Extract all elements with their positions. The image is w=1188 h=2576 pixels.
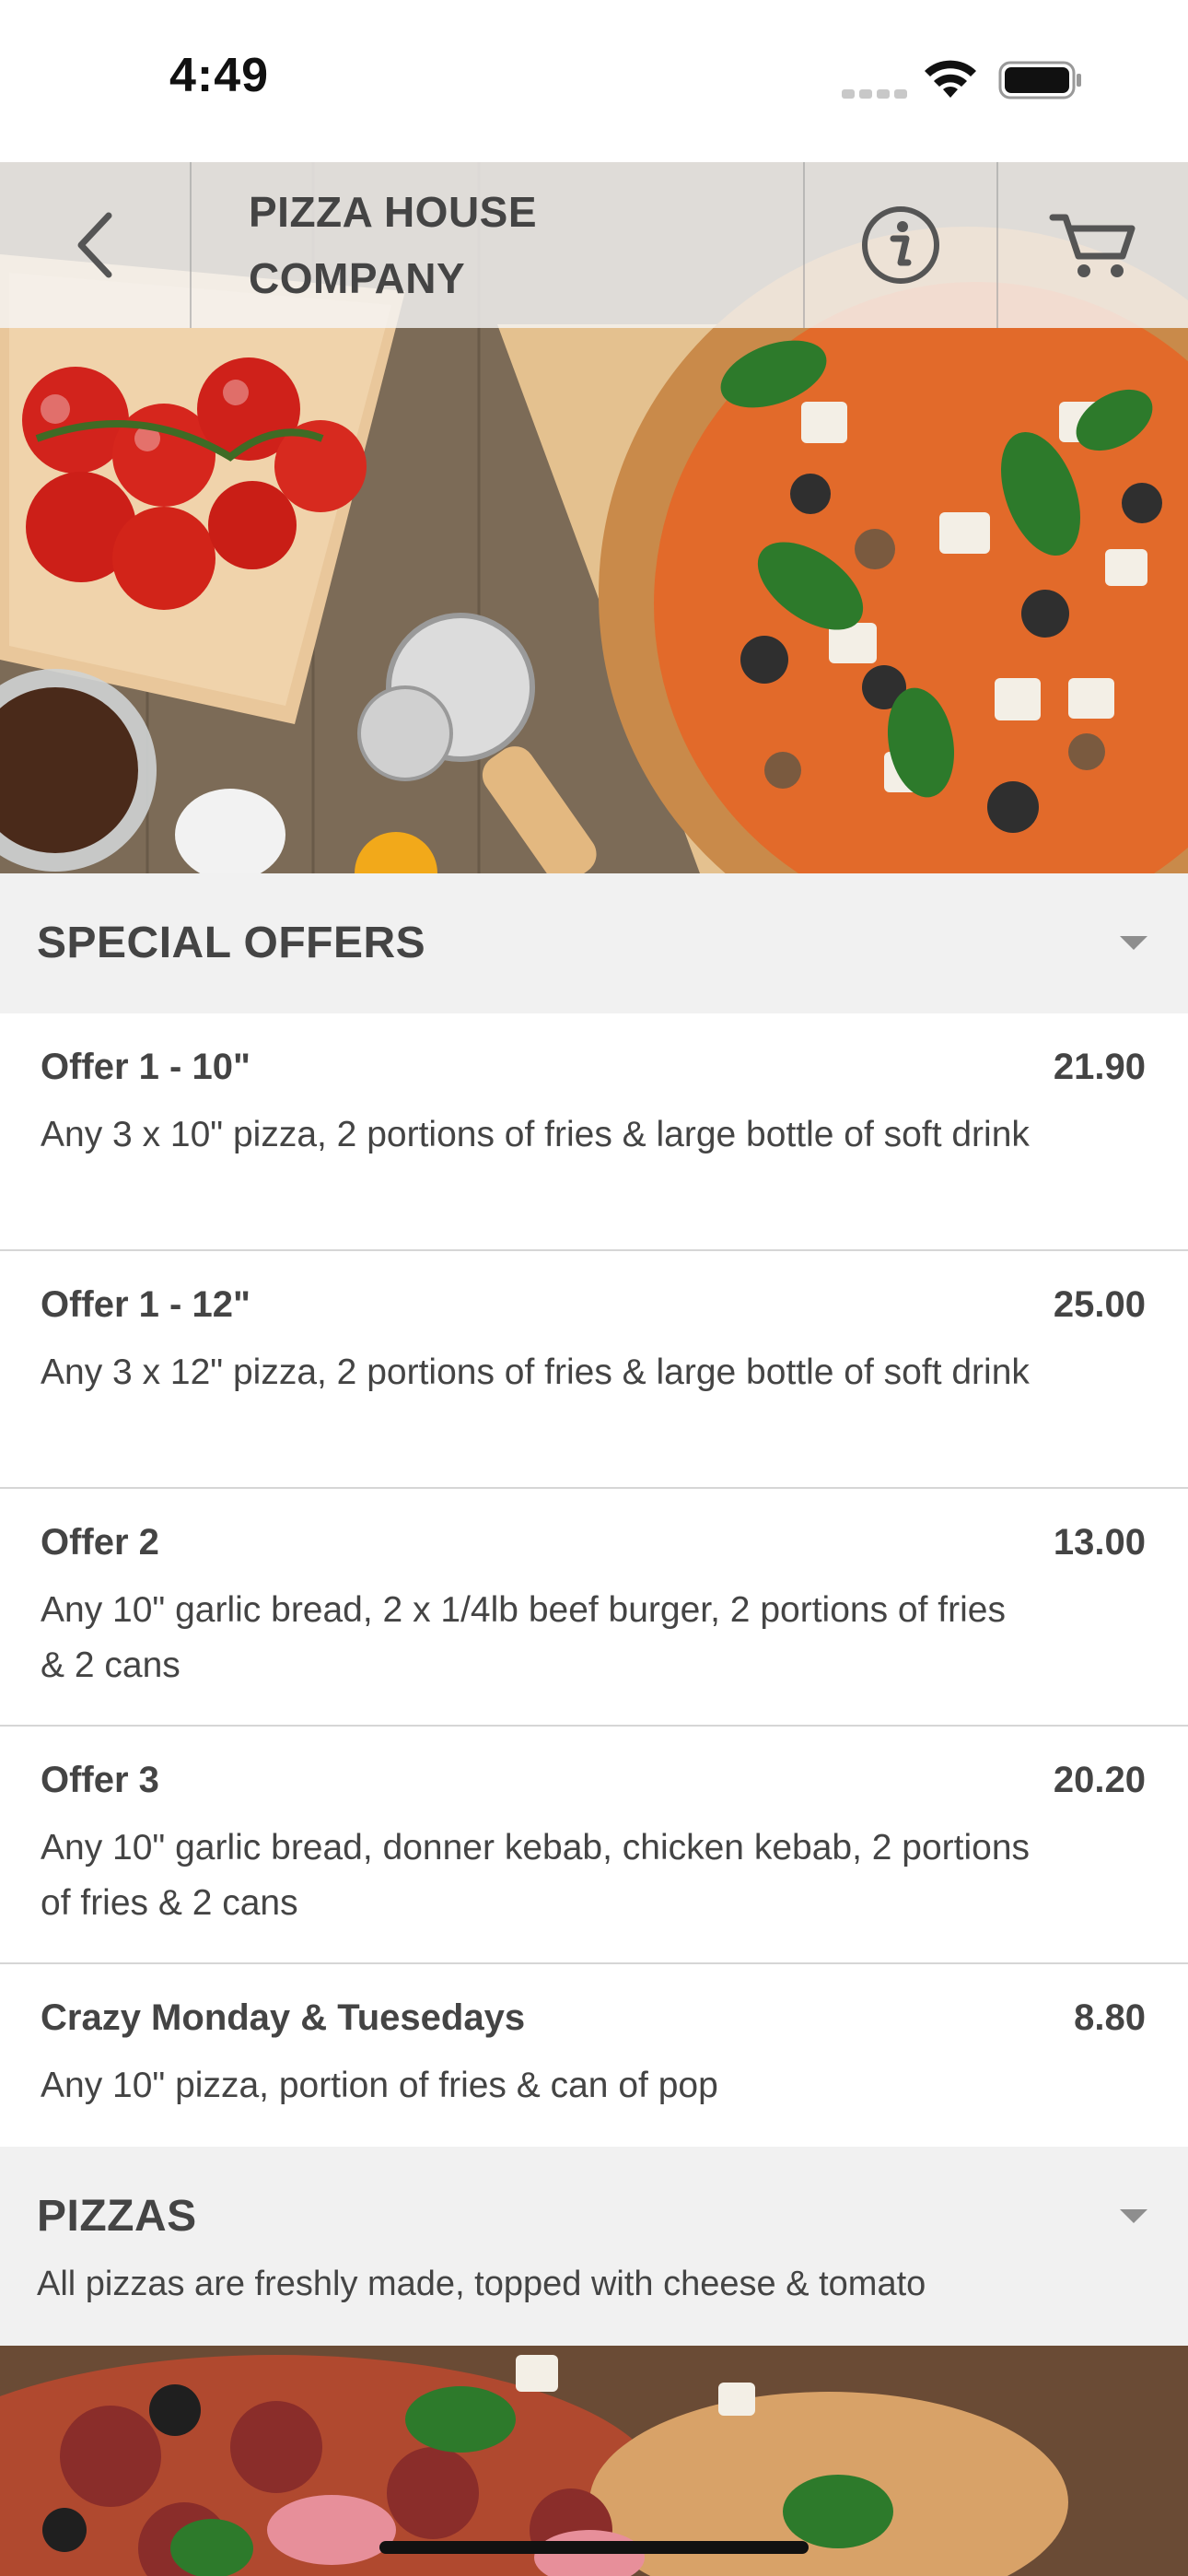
item-description: Any 3 x 10" pizza, 2 portions of fries &… [41,1115,1030,1154]
chevron-left-icon [77,212,112,278]
menu-item[interactable]: Offer 1 - 10" 21.90 Any 3 x 10" pizza, 2… [0,1013,1188,1251]
item-description: Any 10" pizza, portion of fries & can of… [41,2066,718,2105]
cart-icon [1049,214,1136,277]
info-icon [862,206,939,284]
chevron-down-icon [1120,2209,1147,2223]
item-price: 13.00 [1053,1522,1146,1563]
title-line-1: PIZZA HOUSE [249,188,538,236]
navigation-bar: PIZZA HOUSE COMPANY [0,162,1188,328]
item-name: Crazy Monday & Tuesedays [41,1997,526,2038]
cart-button[interactable] [996,162,1188,328]
cellular-signal-icon [842,87,912,103]
item-name: Offer 3 [41,1760,159,1800]
item-name: Offer 1 - 12" [41,1284,250,1325]
chevron-down-icon [1120,936,1147,950]
home-indicator[interactable] [379,2541,809,2554]
section-subtitle: All pizzas are freshly made, topped with… [37,2265,926,2303]
item-name: Offer 1 - 10" [41,1047,250,1087]
status-bar: 4:49 [0,0,1188,162]
wifi-icon [925,60,976,98]
restaurant-title: PIZZA HOUSE COMPANY [192,162,803,328]
menu-item[interactable]: Offer 1 - 12" 25.00 Any 3 x 12" pizza, 2… [0,1251,1188,1489]
status-time: 4:49 [169,49,270,102]
item-description: Any 10" garlic bread, 2 x 1/4lb beef bur… [41,1590,1006,1685]
special-offers-header[interactable]: SPECIAL OFFERS [0,873,1188,1013]
item-price: 20.20 [1053,1760,1146,1800]
section-title: SPECIAL OFFERS [37,919,426,967]
info-button[interactable] [803,162,996,328]
pizzas-header[interactable]: PIZZAS All pizzas are freshly made, topp… [0,2147,1188,2346]
section-title: PIZZAS [37,2192,197,2241]
item-description: Any 3 x 12" pizza, 2 portions of fries &… [41,1352,1030,1392]
item-price: 8.80 [1074,1997,1146,2038]
menu-item[interactable]: Crazy Monday & Tuesedays 8.80 Any 10" pi… [0,1964,1188,2147]
back-button[interactable] [0,162,192,328]
item-price: 21.90 [1053,1047,1146,1087]
battery-icon [998,61,1081,100]
item-name: Offer 2 [41,1522,159,1563]
title-line-2: COMPANY [249,254,466,302]
item-price: 25.00 [1053,1284,1146,1325]
screen: 4:49 PIZZA HOUSE COMPANY SPECIAL OFFERS … [0,0,1188,2576]
menu-item[interactable]: Offer 3 20.20 Any 10" garlic bread, donn… [0,1727,1188,1964]
item-description: Any 10" garlic bread, donner kebab, chic… [41,1828,1031,1923]
menu-item[interactable]: Offer 2 13.00 Any 10" garlic bread, 2 x … [0,1489,1188,1727]
